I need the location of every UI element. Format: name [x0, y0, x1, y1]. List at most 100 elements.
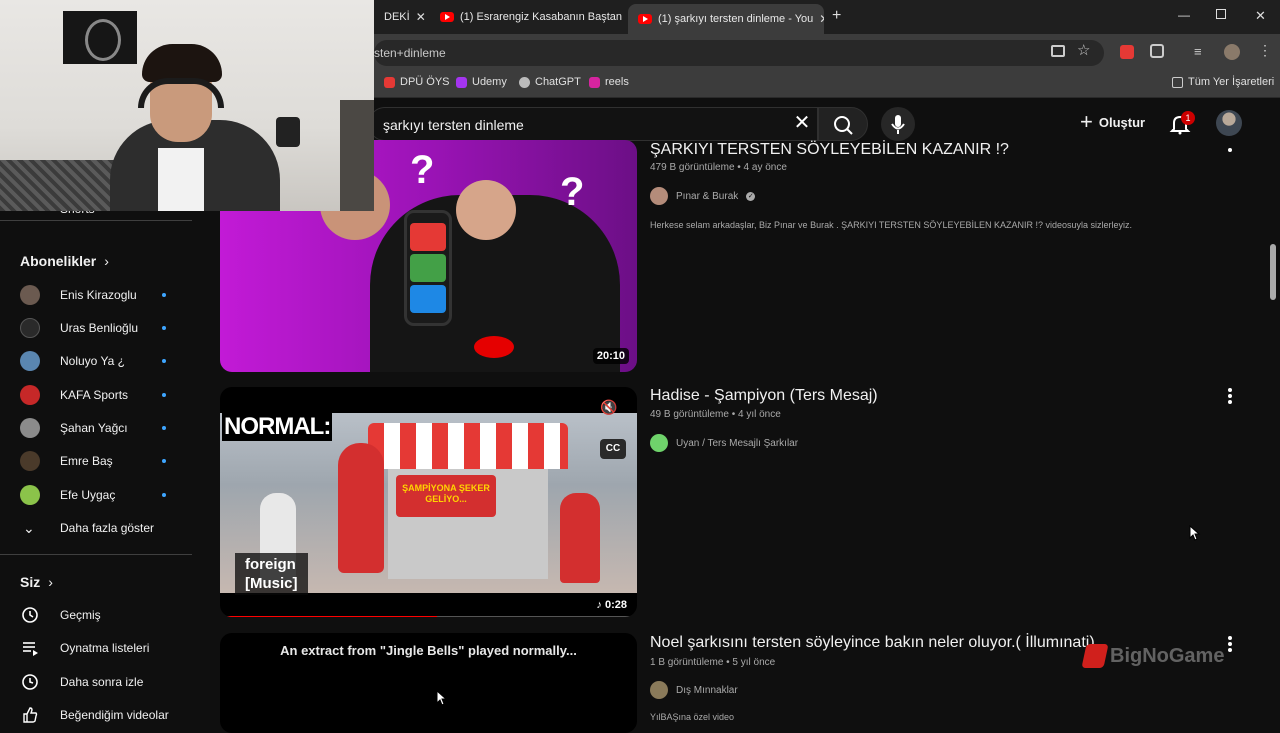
sidebar-item-subscription[interactable]: Uras Benlioğlu	[0, 312, 192, 344]
you-heading[interactable]: Siz ›	[20, 574, 53, 590]
bookmark-favicon-icon	[519, 76, 530, 88]
browser-tab[interactable]: (1) Esrarengiz Kasabanın Baştan ✕	[430, 6, 626, 28]
video-duration: 20:10	[592, 348, 629, 364]
video-meta: 479 B görüntüleme • 4 ay önce	[650, 162, 787, 173]
voice-search-button[interactable]	[881, 107, 915, 141]
progress-bar-track[interactable]	[224, 616, 633, 617]
clear-search-icon[interactable]: ✕	[790, 112, 814, 136]
video-description: YılBAŞına özel video	[650, 712, 735, 722]
sidebar-item-watch-later[interactable]: Daha sonra izle	[0, 666, 192, 698]
page-scrollbar[interactable]	[1270, 244, 1276, 300]
channel-link[interactable]: Dış Mınnaklar	[650, 681, 738, 699]
you-label: Siz	[20, 574, 41, 590]
more-actions-icon[interactable]	[1227, 388, 1233, 406]
channel-avatar	[20, 318, 40, 338]
channel-link[interactable]: Pınar & Burak ✓	[650, 187, 756, 205]
sidebar-item-subscription[interactable]: Şahan Yağcı	[0, 412, 192, 444]
sidebar-item-subscription[interactable]: Noluyo Ya ¿	[0, 345, 192, 377]
video-description: Herkese selam arkadaşlar, Biz Pınar ve B…	[650, 220, 1133, 230]
account-avatar[interactable]	[1216, 110, 1242, 136]
bookmark-favicon-icon	[384, 76, 395, 88]
channel-label: Uras Benlioğlu	[60, 321, 139, 335]
kettle-image	[276, 117, 300, 147]
menu-icon[interactable]: ⋮	[1258, 42, 1272, 59]
chevron-down-icon: ⌄	[23, 519, 35, 536]
video-meta: 1 B görüntüleme • 5 yıl önce	[650, 657, 776, 668]
channel-avatar	[20, 285, 40, 305]
new-content-dot	[162, 359, 166, 363]
show-more-button[interactable]: ⌄ Daha fazla göster	[0, 512, 192, 544]
channel-avatar	[20, 385, 40, 405]
browser-tab[interactable]: DEKİ ✕	[374, 6, 426, 28]
sidebar-item-subscription[interactable]: Efe Uygaç	[0, 479, 192, 511]
plus-icon: +	[1080, 109, 1093, 134]
bookmark-dpu[interactable]: DPÜ ÖYS	[384, 76, 450, 88]
window-close-icon[interactable]: ✕	[1255, 8, 1266, 24]
extensions-puzzle-icon[interactable]	[1150, 44, 1164, 58]
channel-link[interactable]: Uyan / Ters Mesajlı Şarkılar	[650, 434, 798, 452]
closed-captions-button[interactable]: CC	[600, 439, 626, 459]
tab-label: DEKİ	[384, 11, 410, 23]
create-button[interactable]: + Oluştur	[1080, 109, 1145, 134]
address-bar[interactable]: sten+dinleme	[374, 40, 1104, 66]
channel-name: Uyan / Ters Mesajlı Şarkılar	[676, 437, 799, 449]
folder-icon	[1172, 76, 1183, 88]
minimize-icon[interactable]: —	[1178, 8, 1190, 22]
verified-check-icon: ✓	[746, 191, 756, 201]
bookmark-label: Tüm Yer İşaretleri	[1188, 76, 1275, 88]
close-icon[interactable]: ✕	[819, 12, 824, 26]
thumbs-up-icon	[23, 707, 38, 723]
subtitle-overlay: foreign [Music]	[235, 553, 308, 595]
sidebar-item-subscription[interactable]: KAFA Sports	[0, 379, 192, 411]
subscriptions-label: Abonelikler	[20, 253, 97, 269]
channel-avatar	[20, 451, 40, 471]
bookmark-label: Udemy	[472, 76, 507, 88]
bed-image	[0, 160, 120, 211]
bookmark-reels[interactable]: reels	[589, 76, 629, 88]
bookmark-chatgpt[interactable]: ChatGPT	[519, 76, 581, 88]
maximize-icon[interactable]	[1216, 9, 1226, 19]
video-meta: 49 B görüntüleme • 4 yıl önce	[650, 409, 781, 420]
subtitle-line: foreign	[245, 556, 296, 573]
bookmark-udemy[interactable]: Udemy	[456, 76, 507, 88]
mouse-cursor-icon	[1189, 525, 1201, 541]
video-player-preview[interactable]: ŞAMPİYONA ŞEKER GELİYO... NORMAL: 🔇 CC f…	[220, 387, 637, 617]
streamer-shirt-image	[158, 148, 204, 211]
browser-tab-active[interactable]: (1) şarkıyı tersten dinleme - You ✕	[628, 4, 824, 34]
muted-icon[interactable]: 🔇	[600, 399, 626, 421]
star-icon[interactable]: ☆	[1077, 41, 1090, 59]
new-tab-button[interactable]: +	[832, 7, 841, 25]
bookmark-favicon-icon	[589, 76, 600, 88]
subscriptions-heading[interactable]: Abonelikler ›	[20, 253, 109, 269]
new-content-dot	[162, 426, 166, 430]
sidebar-item-playlists[interactable]: Oynatma listeleri	[0, 632, 192, 664]
sidebar-item-subscription[interactable]: Emre Baş	[0, 445, 192, 477]
extension-icon[interactable]	[1120, 45, 1134, 59]
tab-label: (1) şarkıyı tersten dinleme - You	[658, 13, 814, 25]
sidebar-item-subscription[interactable]: Enis Kirazoglu	[0, 279, 192, 311]
search-input[interactable]: şarkıyı tersten dinleme	[368, 107, 818, 141]
thumbnail-face-image	[456, 180, 516, 240]
media-controls-icon[interactable]: ≡	[1194, 44, 1202, 59]
all-bookmarks[interactable]: Tüm Yer İşaretleri	[1172, 76, 1274, 88]
more-actions-icon[interactable]	[1227, 148, 1233, 154]
install-app-icon[interactable]	[1051, 45, 1065, 57]
close-icon[interactable]: ✕	[416, 10, 426, 24]
wall-poster-image	[63, 11, 137, 64]
channel-name: Dış Mınnaklar	[676, 684, 738, 696]
profile-avatar[interactable]	[1224, 44, 1240, 60]
video-title[interactable]: Hadise - Şampiyon (Ters Mesaj)	[650, 387, 878, 405]
bookmark-label: reels	[605, 76, 629, 88]
playlists-label: Oynatma listeleri	[60, 641, 150, 655]
sidebar-item-history[interactable]: Geçmiş	[0, 599, 192, 631]
search-button[interactable]	[818, 107, 868, 141]
video-thumbnail[interactable]: An extract from "Jingle Bells" played no…	[220, 633, 637, 733]
video-title[interactable]: Noel şarkısını tersten söyleyince bakın …	[650, 634, 1095, 652]
channel-label: Efe Uygaç	[60, 488, 116, 502]
channel-label: Enis Kirazoglu	[60, 288, 137, 302]
chevron-right-icon: ›	[48, 574, 53, 590]
more-actions-icon[interactable]	[1227, 636, 1233, 654]
sidebar-item-liked-videos[interactable]: Beğendiğim videolar	[0, 699, 192, 731]
video-title[interactable]: ŞARKIYI TERSTEN SÖYLEYEBİLEN KAZANIR !?	[650, 141, 1009, 159]
subtitle-line: [Music]	[245, 575, 298, 592]
